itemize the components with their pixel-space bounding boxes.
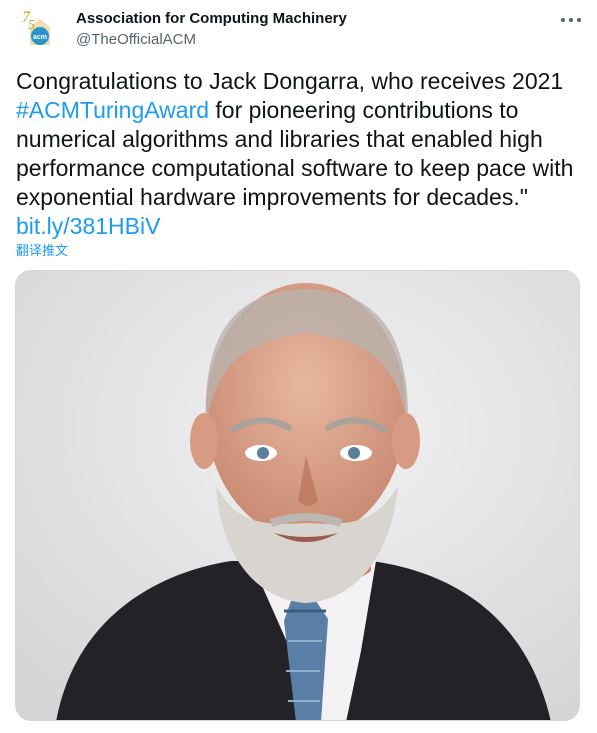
tweet: 7 5 acm Association for Computing Machin… [0,0,597,733]
tweet-photo[interactable] [15,270,580,721]
account-handle[interactable]: @TheOfficialACM [76,31,196,48]
acm-badge-text: acm [33,34,47,41]
acm-75-logo: 7 5 acm [16,5,64,53]
portrait-photo [16,271,579,720]
hashtag-link[interactable]: #ACMTuringAward [16,97,209,123]
tweet-text: Congratulations to Jack Dongarra, who re… [16,67,586,241]
translate-tweet-link[interactable]: 翻译推文 [16,240,68,259]
more-options-button[interactable] [554,8,588,32]
tweet-text-part: Congratulations to Jack Dongarra, who re… [16,68,564,94]
display-name[interactable]: Association for Computing Machinery [76,10,347,27]
short-url-link[interactable]: bit.ly/381HBiV [16,213,160,239]
account-avatar[interactable]: 7 5 acm [16,5,64,53]
more-horizontal-icon [559,18,583,22]
